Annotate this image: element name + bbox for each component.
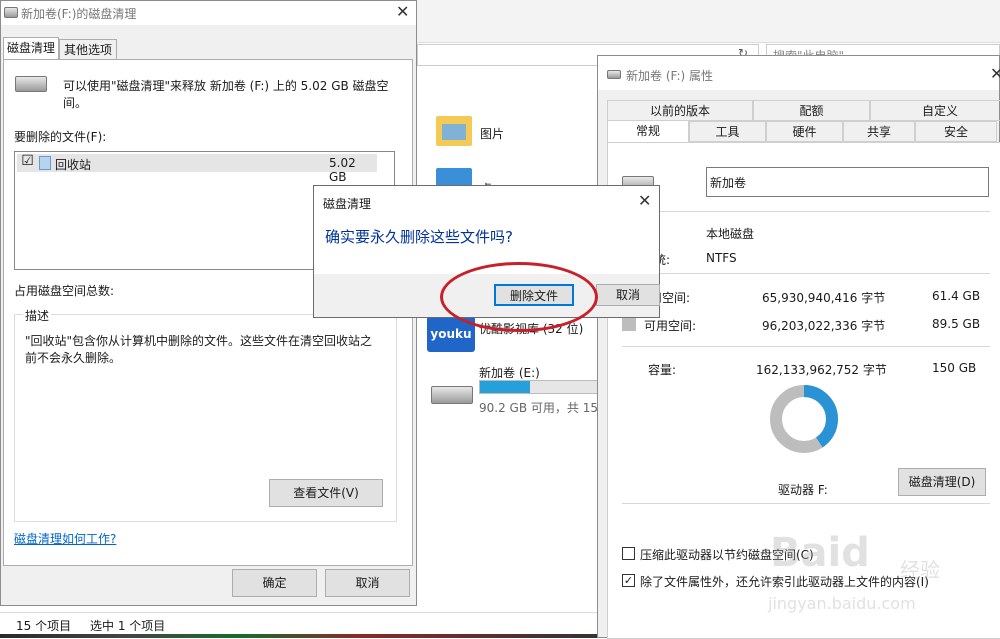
drive-usage-bar — [479, 380, 598, 394]
free-gb: 89.5 GB — [932, 317, 981, 331]
ok-button[interactable]: 确定 — [232, 569, 317, 597]
tab-quota[interactable]: 配额 — [753, 100, 870, 121]
recycle-bin-icon — [39, 156, 51, 170]
taskbar — [0, 634, 600, 638]
list-item[interactable]: 新加卷 (E:) 90.2 GB 可用，共 151 — [428, 362, 598, 415]
help-link[interactable]: 磁盘清理如何工作? — [14, 530, 116, 547]
total-label: 占用磁盘空间总数: — [14, 284, 115, 298]
usage-donut-chart — [770, 385, 838, 453]
drive-free-text: 90.2 GB 可用，共 151 — [479, 401, 598, 415]
recycle-bin-checkbox[interactable]: ☑ — [21, 154, 34, 169]
close-icon[interactable]: ✕ — [396, 2, 409, 21]
tab-customize[interactable]: 自定义 — [870, 100, 1000, 121]
cancel-button[interactable]: 取消 — [596, 284, 660, 306]
capacity-bytes: 162,133,962,752 字节 — [756, 363, 887, 377]
confirm-question: 确实要永久删除这些文件吗? — [325, 228, 513, 246]
tab-more-options[interactable]: 其他选项 — [59, 39, 117, 60]
group-title: 描述 — [23, 307, 52, 324]
cancel-button[interactable]: 取消 — [325, 569, 410, 597]
drive-icon — [15, 76, 47, 92]
divider — [622, 273, 990, 274]
selection-count: 选中 1 个项目 — [90, 619, 166, 633]
tab-previous-versions[interactable]: 以前的版本 — [607, 100, 753, 121]
file-size: 5.02 GB — [329, 156, 356, 184]
pictures-folder-icon — [436, 116, 472, 146]
divider — [622, 503, 990, 504]
window-title: 新加卷 (F:) 属性 — [626, 69, 714, 83]
compress-checkbox[interactable] — [622, 547, 635, 560]
divider — [622, 346, 990, 347]
disk-cleanup-button[interactable]: 磁盘清理(D) — [898, 468, 986, 496]
window-title: 新加卷(F:)的磁盘清理 — [21, 7, 137, 21]
free-color-swatch — [622, 317, 636, 331]
capacity-gb: 150 GB — [932, 361, 977, 375]
tab-general[interactable]: 常规 — [607, 120, 689, 143]
explorer-toolbar-area — [417, 0, 1000, 43]
dialog-title: 磁盘清理 — [323, 197, 372, 211]
free-bytes: 96,203,022,336 字节 — [762, 319, 886, 333]
free-label: 可用空间: — [644, 319, 697, 333]
drive-label: 驱动器 F: — [778, 483, 828, 497]
view-files-button[interactable]: 查看文件(V) — [269, 479, 383, 507]
tab-hardware[interactable]: 硬件 — [766, 121, 843, 142]
volume-name-input[interactable]: 新加卷 — [706, 167, 989, 197]
close-icon[interactable]: ✕ — [990, 64, 1000, 83]
drive-icon — [607, 70, 621, 79]
used-gb: 61.4 GB — [932, 289, 981, 303]
item-name: 图片 — [480, 127, 505, 141]
drive-icon — [4, 7, 18, 18]
tab-security[interactable]: 安全 — [915, 121, 997, 142]
drive-icon — [431, 386, 473, 404]
annotation-ellipse — [440, 262, 598, 332]
dialog-body: 磁盘清理 ✕ 确实要永久删除这些文件吗? — [314, 186, 659, 274]
title-bar: 新加卷(F:)的磁盘清理 ✕ — [1, 1, 416, 25]
used-bytes: 65,930,940,416 字节 — [762, 291, 886, 305]
type-value: 本地磁盘 — [706, 227, 755, 241]
divider — [622, 211, 990, 212]
tab-tools[interactable]: 工具 — [689, 121, 766, 142]
index-checkbox[interactable]: ✓ — [622, 574, 635, 587]
tab-sharing[interactable]: 共享 — [843, 121, 915, 142]
intro-text: 可以使用"磁盘清理"来释放 新加卷 (F:) 上的 5.02 GB 磁盘空间。 — [63, 79, 389, 110]
desktop-folder-icon — [436, 168, 472, 186]
item-count: 15 个项目 — [16, 619, 72, 633]
tab-disk-cleanup[interactable]: 磁盘清理 — [3, 37, 59, 59]
list-item[interactable]: ☑ 回收站 5.02 GB — [17, 154, 377, 184]
fs-value: NTFS — [706, 251, 737, 265]
title-bar: 新加卷 (F:) 属性 ✕ — [598, 56, 1000, 90]
files-label: 要删除的文件(F): — [14, 130, 107, 144]
description-text: "回收站"包含你从计算机中删除的文件。这些文件在清空回收站之前不会永久删除。 — [25, 334, 373, 365]
status-bar: 15 个项目 选中 1 个项目 — [0, 612, 600, 635]
close-icon[interactable]: ✕ — [638, 191, 651, 210]
item-name: 新加卷 (E:) — [479, 366, 540, 380]
baidu-watermark-logo: Baid 经验 jingyan.baidu.com — [768, 530, 940, 613]
list-item[interactable]: 图片 — [436, 116, 596, 152]
capacity-label: 容量: — [648, 363, 677, 377]
description-group: 描述 "回收站"包含你从计算机中删除的文件。这些文件在清空回收站之前不会永久删除… — [14, 307, 397, 522]
file-name: 回收站 — [55, 158, 92, 172]
